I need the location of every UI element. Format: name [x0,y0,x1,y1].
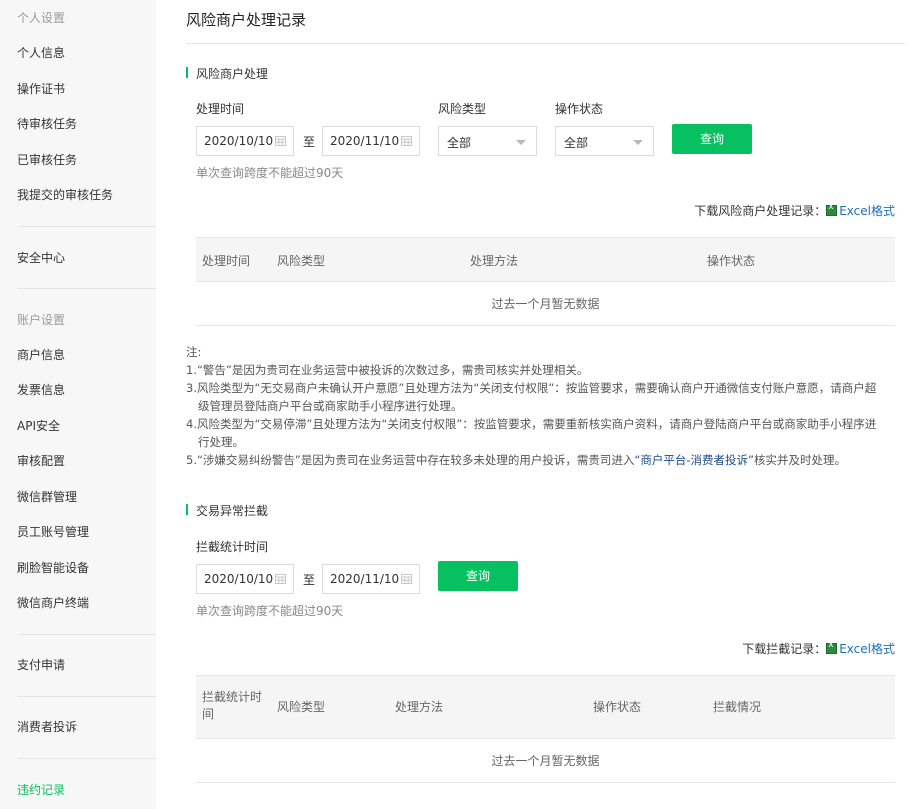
sidebar-divider [17,634,156,635]
sidebar-item-review-config[interactable]: 审核配置 [17,452,65,469]
download-prefix: 下载拦截记录： [742,642,827,656]
excel-icon [826,202,838,216]
sidebar-item-staff-accounts[interactable]: 员工账号管理 [17,523,89,540]
sidebar-item-security-center[interactable]: 安全中心 [17,249,65,266]
sidebar-item-merchant-terminal[interactable]: 微信商户终端 [17,594,89,611]
sidebar-item-my-submitted[interactable]: 我提交的审核任务 [17,186,113,203]
risk-type-select[interactable]: 全部 [438,126,537,156]
title-divider [186,43,905,44]
chevron-down-icon [633,140,643,145]
download-prefix: 下载风险商户处理记录： [694,204,827,218]
sidebar-item-certificate[interactable]: 操作证书 [17,80,65,97]
column-header: 处理方法 [470,254,519,268]
main-content: 风险商户处理记录 风险商户处理 处理时间 风险类型 操作状态 2020/10/1… [156,0,910,809]
operation-status-label: 操作状态 [555,102,604,116]
note-item-1: 1.“警告”是因为贵司在业务运营中被投诉的次数过多，需贵司核实并处理相关。 [186,363,589,377]
sidebar-item-merchant-info[interactable]: 商户信息 [17,346,65,363]
sidebar-divider [17,696,156,697]
note-item-3: 3.风险类型为“无交易商户未确认开户意愿”且处理方法为“关闭支付权限”：按监管要… [186,381,877,395]
sidebar-item-api-security[interactable]: API安全 [17,417,60,434]
operation-status-select[interactable]: 全部 [555,126,654,156]
table-bottom-border [196,782,895,783]
intercept-span-hint: 单次查询跨度不能超过90天 [196,604,344,618]
sidebar-divider [17,288,156,289]
excel-icon [826,640,838,654]
page-title: 风险商户处理记录 [186,11,307,29]
risk-table-header: 处理时间 风险类型 处理方法 操作状态 [196,237,895,281]
sidebar-item-personal-info[interactable]: 个人信息 [17,44,65,61]
calendar-icon [401,574,412,584]
consumer-complaints-link[interactable]: “商户平台-消费者投诉” [634,453,754,467]
note-item-4: 4.风险类型为“交易停滞”且处理方法为“关闭支付权限”：按监管要求，需要重新核实… [186,417,877,431]
sidebar-item-reviewed[interactable]: 已审核任务 [17,151,77,168]
column-header: 拦截情况 [713,700,762,714]
table-divider [196,281,895,282]
risk-empty-message: 过去一个月暂无数据 [491,297,600,311]
section-title-intercept: 交易异常拦截 [186,502,268,519]
column-header: 处理时间 [202,254,251,268]
sidebar-item-consumer-complaints[interactable]: 消费者投诉 [17,718,77,735]
risk-type-label: 风险类型 [438,102,487,116]
intercept-download: 下载拦截记录： Excel格式 [742,640,895,657]
risk-download: 下载风险商户处理记录： Excel格式 [694,202,895,219]
note-item-4-cont: 行处理。 [198,435,244,449]
column-header-line: 间 [202,707,215,721]
notes-block: 注: 1.“警告”是因为贵司在业务运营中被投诉的次数过多，需贵司核实并处理相关。… [186,343,898,469]
chevron-down-icon [516,140,526,145]
note-item-5-text: 5.“涉嫌交易纠纷警告”是因为贵司在业务运营中存在较多未处理的用户投诉，需贵司进… [186,453,635,467]
calendar-icon [275,136,286,146]
column-header: 操作状态 [707,254,756,268]
excel-download-link[interactable]: Excel格式 [839,642,895,656]
sidebar-item-invoice-info[interactable]: 发票信息 [17,381,65,398]
query-span-hint: 单次查询跨度不能超过90天 [196,166,344,180]
processing-time-label: 处理时间 [196,102,245,116]
sidebar: 个人设置 个人信息 操作证书 待审核任务 已审核任务 我提交的审核任务 安全中心… [0,0,156,809]
sidebar-item-wechat-group[interactable]: 微信群管理 [17,488,77,505]
sidebar-item-face-devices[interactable]: 刷脸智能设备 [17,559,89,576]
sidebar-item-payment-apply[interactable]: 支付申请 [17,656,65,673]
sidebar-heading-account: 账户设置 [17,313,66,327]
intercept-start-date-input[interactable]: 2020/10/10 [196,564,294,594]
risk-query-button[interactable]: 查询 [672,124,752,154]
sidebar-heading-personal: 个人设置 [17,11,66,25]
risk-type-value: 全部 [447,136,472,150]
note-item-3-cont: 级管理员登陆商户平台或商家助手小程序进行处理。 [198,399,463,413]
column-header-line: 拦截统计时 [202,690,263,704]
sidebar-divider [17,758,156,759]
column-header: 风险类型 [277,700,326,714]
intercept-table-header: 拦截统计时间 风险类型 处理方法 操作状态 拦截情况 [196,675,895,738]
intercept-end-date-input[interactable]: 2020/11/10 [322,564,420,594]
note-item-5-end: 核实并及时处理。 [753,453,846,467]
date-range-separator: 至 [303,135,316,149]
table-divider [196,738,895,739]
sidebar-item-violation-records[interactable]: 违约记录 [17,781,65,798]
section-title-risk: 风险商户处理 [186,65,268,82]
intercept-query-button[interactable]: 查询 [438,561,518,591]
start-date-input[interactable]: 2020/10/10 [196,126,294,156]
intercept-start-date-value: 2020/10/10 [204,572,274,586]
date-range-separator: 至 [303,573,316,587]
column-header: 操作状态 [593,700,642,714]
end-date-input[interactable]: 2020/11/10 [322,126,420,156]
note-item-5: 5.“涉嫌交易纠纷警告”是因为贵司在业务运营中存在较多未处理的用户投诉，需贵司进… [186,451,898,469]
table-top-border [196,675,895,676]
sidebar-item-pending-review[interactable]: 待审核任务 [17,115,77,132]
column-header: 风险类型 [277,254,326,268]
table-bottom-border [196,325,895,326]
operation-status-value: 全部 [564,136,589,150]
intercept-time-label: 拦截统计时间 [196,540,269,554]
start-date-value: 2020/10/10 [204,134,274,148]
calendar-icon [401,136,412,146]
sidebar-divider [17,226,156,227]
column-header: 处理方法 [395,700,444,714]
table-top-border [196,237,895,238]
end-date-value: 2020/11/10 [330,134,400,148]
calendar-icon [275,574,286,584]
excel-download-link[interactable]: Excel格式 [839,204,895,218]
column-header: 拦截统计时间 [202,689,262,723]
notes-title: 注: [186,345,202,359]
intercept-empty-message: 过去一个月暂无数据 [491,754,600,768]
intercept-end-date-value: 2020/11/10 [330,572,400,586]
